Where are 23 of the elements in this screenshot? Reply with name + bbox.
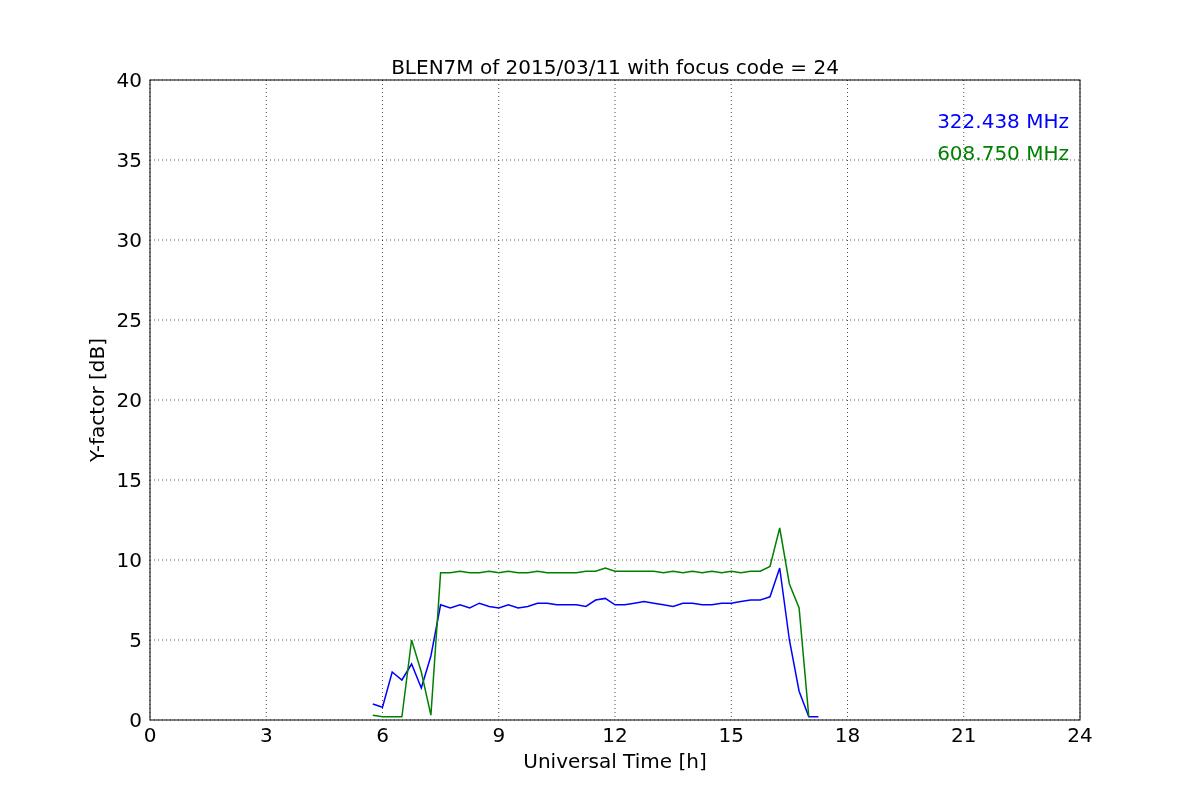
- x-tick-label: 15: [718, 723, 744, 747]
- x-tick-label: 9: [492, 723, 506, 747]
- x-tick-label: 0: [143, 723, 157, 747]
- y-tick-label: 15: [116, 468, 142, 492]
- y-tick-label: 0: [129, 708, 142, 732]
- x-tick-label: 6: [376, 723, 389, 747]
- y-tick-label: 30: [116, 228, 142, 252]
- legend-label: 608.750 MHz: [937, 141, 1069, 165]
- y-tick-label: 35: [116, 148, 142, 172]
- y-tick-label: 20: [116, 388, 142, 412]
- y-axis-label: Y-factor [dB]: [85, 338, 109, 462]
- chart-title: BLEN7M of 2015/03/11 with focus code = 24: [391, 55, 839, 79]
- x-axis-label: Universal Time [h]: [523, 749, 707, 773]
- legend-label: 322.438 MHz: [937, 109, 1069, 133]
- x-tick-label: 21: [951, 723, 977, 747]
- x-tick-label: 12: [602, 723, 628, 747]
- y-tick-label: 25: [116, 308, 142, 332]
- y-tick-label: 10: [116, 548, 142, 572]
- y-tick-label: 5: [129, 628, 142, 652]
- x-tick-label: 3: [259, 723, 273, 747]
- x-tick-label: 18: [834, 723, 861, 747]
- y-tick-label: 40: [116, 68, 142, 92]
- x-tick-label: 24: [1067, 723, 1093, 747]
